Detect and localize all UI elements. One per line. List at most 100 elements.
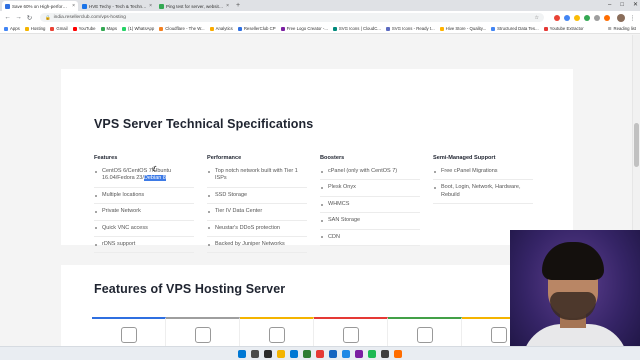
tab-title: Save 60% on High-performing Li...	[12, 3, 71, 9]
taskbar-app-icon[interactable]	[342, 349, 350, 358]
feature-tab[interactable]	[92, 317, 166, 346]
spec-item: Plesk Onyx	[320, 184, 420, 197]
extension-icons	[554, 14, 610, 21]
bookmark-item[interactable]: Youtube Extractor	[543, 26, 584, 31]
taskbar-app-icon[interactable]	[355, 349, 363, 358]
bookmark-item[interactable]: Structured Data Tes...	[491, 26, 539, 31]
taskbar-app-icon[interactable]	[381, 349, 389, 358]
spec-item-text: rDNS support	[102, 241, 136, 248]
bookmark-item[interactable]: (1) WhatsApp	[122, 26, 154, 31]
specs-heading: VPS Server Technical Specifications	[94, 117, 314, 131]
extension-icon[interactable]	[574, 14, 580, 21]
extension-icon[interactable]	[564, 14, 570, 21]
bookmark-item[interactable]: SVG Icons | CloudC...	[332, 26, 381, 31]
bookmark-item[interactable]: Free Logo Creator -...	[280, 26, 328, 31]
reading-list-icon: ☰	[607, 25, 612, 31]
feature-tabs	[92, 317, 536, 346]
tab-favicon-icon	[5, 3, 10, 9]
bookmark-label: Cloudflare - The W...	[165, 26, 205, 31]
feature-icon	[194, 327, 211, 343]
bookmark-label: (1) WhatsApp	[128, 26, 155, 31]
spec-item-text: cPanel (only with CentOS 7)	[328, 168, 398, 174]
spec-item-text: Free cPanel Migrations	[441, 168, 498, 174]
taskbar-app-icon[interactable]	[251, 349, 259, 358]
bookmark-favicon-icon	[237, 26, 242, 31]
spec-item-text: Private Network	[102, 208, 141, 215]
bookmark-favicon-icon	[280, 26, 285, 31]
bookmark-item[interactable]: SVG Icons - Ready t...	[385, 26, 435, 31]
close-tab-icon[interactable]: ×	[149, 3, 152, 9]
taskbar-app-icon[interactable]	[290, 349, 298, 358]
back-icon[interactable]: ←	[4, 14, 11, 21]
spec-item: rDNS support	[94, 241, 194, 254]
feature-icon	[120, 327, 137, 343]
reading-list-button[interactable]: ☰ Reading list	[608, 26, 636, 32]
specs-section: VPS Server Technical Specifications Feat…	[61, 69, 573, 254]
profile-avatar[interactable]	[617, 13, 625, 22]
spec-item-text: Multiple locations	[102, 191, 145, 198]
extension-icon[interactable]	[604, 14, 610, 21]
bookmark-item[interactable]: ResellerClub CP	[237, 26, 276, 31]
extension-icon[interactable]	[594, 14, 600, 21]
bookmark-item[interactable]: Maps	[100, 26, 118, 31]
close-window-button[interactable]: ✕	[633, 0, 638, 10]
spec-item: Backed by Juniper Networks	[207, 241, 307, 254]
address-bar-row: ← → ↻ 🔒 india.resellerclub.com/vps-hosti…	[0, 11, 640, 24]
scrollbar-thumb[interactable]	[634, 123, 639, 167]
taskbar-app-icon[interactable]	[264, 349, 272, 358]
start-menu-icon[interactable]	[238, 349, 246, 358]
browser-tab[interactable]: Ping test for server, website, ... ×	[156, 1, 232, 11]
windows-taskbar	[0, 346, 640, 360]
extension-icon[interactable]	[554, 14, 560, 21]
bookmark-item[interactable]: Gmail	[50, 26, 68, 31]
bookmark-favicon-icon	[24, 26, 29, 31]
browser-tab[interactable]: Save 60% on High-performing Li...×	[2, 1, 78, 11]
bookmark-label: Hive Store - Quality...	[445, 26, 487, 31]
feature-tab[interactable]	[388, 317, 462, 346]
bookmark-item[interactable]: Hive Store - Quality...	[439, 26, 487, 31]
bookmark-label: Free Logo Creator -...	[286, 26, 328, 31]
maximize-button[interactable]: □	[620, 0, 624, 10]
close-tab-icon[interactable]: ×	[226, 3, 229, 9]
bookmark-item[interactable]: Apps	[4, 26, 20, 31]
webcam-overlay	[510, 230, 640, 360]
extension-icon[interactable]	[584, 14, 590, 21]
bookmark-label: Structured Data Tes...	[497, 26, 539, 31]
feature-tab[interactable]	[166, 317, 240, 346]
bookmark-label: SVG Icons | CloudC...	[338, 26, 381, 31]
taskbar-app-icon[interactable]	[303, 349, 311, 358]
bookmark-favicon-icon	[209, 26, 214, 31]
taskbar-app-icon[interactable]	[329, 349, 337, 358]
taskbar-app-icon[interactable]	[368, 349, 376, 358]
browser-tab[interactable]: HVE Techy - Tech & Technology...×	[79, 1, 155, 11]
feature-tab[interactable]	[240, 317, 314, 346]
feature-icon	[342, 327, 359, 343]
taskbar-app-icon[interactable]	[277, 349, 285, 358]
bookmark-item[interactable]: Cloudflare - The W...	[159, 26, 205, 31]
new-tab-button[interactable]: +	[236, 1, 240, 11]
bookmark-item[interactable]: Analytics	[209, 26, 233, 31]
bookmark-label: SVG Icons - Ready t...	[391, 26, 435, 31]
bookmark-label: ResellerClub CP	[243, 26, 276, 31]
features-heading: Features of VPS Hosting Server	[94, 282, 286, 296]
minimize-button[interactable]: –	[608, 0, 611, 10]
bookmark-item[interactable]: YouTube	[72, 26, 96, 31]
selected-text: Debian 8	[143, 175, 166, 182]
presenter-beard	[550, 292, 596, 320]
bookmark-item[interactable]: Hosting	[24, 26, 45, 31]
bookmark-favicon-icon	[385, 26, 390, 31]
spec-item: Neustar's DDoS protection	[207, 225, 307, 238]
taskbar-app-icon[interactable]	[394, 349, 402, 358]
bookmark-star-icon[interactable]: ☆	[535, 15, 539, 21]
forward-icon[interactable]: →	[15, 14, 22, 21]
feature-tab[interactable]	[314, 317, 388, 346]
close-tab-icon[interactable]: ×	[72, 3, 75, 9]
taskbar-app-icon[interactable]	[316, 349, 324, 358]
tab-title: Ping test for server, website, ...	[166, 3, 225, 9]
spec-column: Features CentOS 6/CentOS 7/Ubuntu 16.04/F…	[94, 155, 194, 257]
bookmark-label: Maps	[106, 26, 118, 31]
menu-icon[interactable]: ⋮	[629, 14, 636, 22]
lock-icon: 🔒	[45, 14, 51, 20]
reload-icon[interactable]: ↻	[26, 14, 33, 22]
url-input[interactable]: 🔒 india.resellerclub.com/vps-hosting ☆	[40, 13, 544, 22]
